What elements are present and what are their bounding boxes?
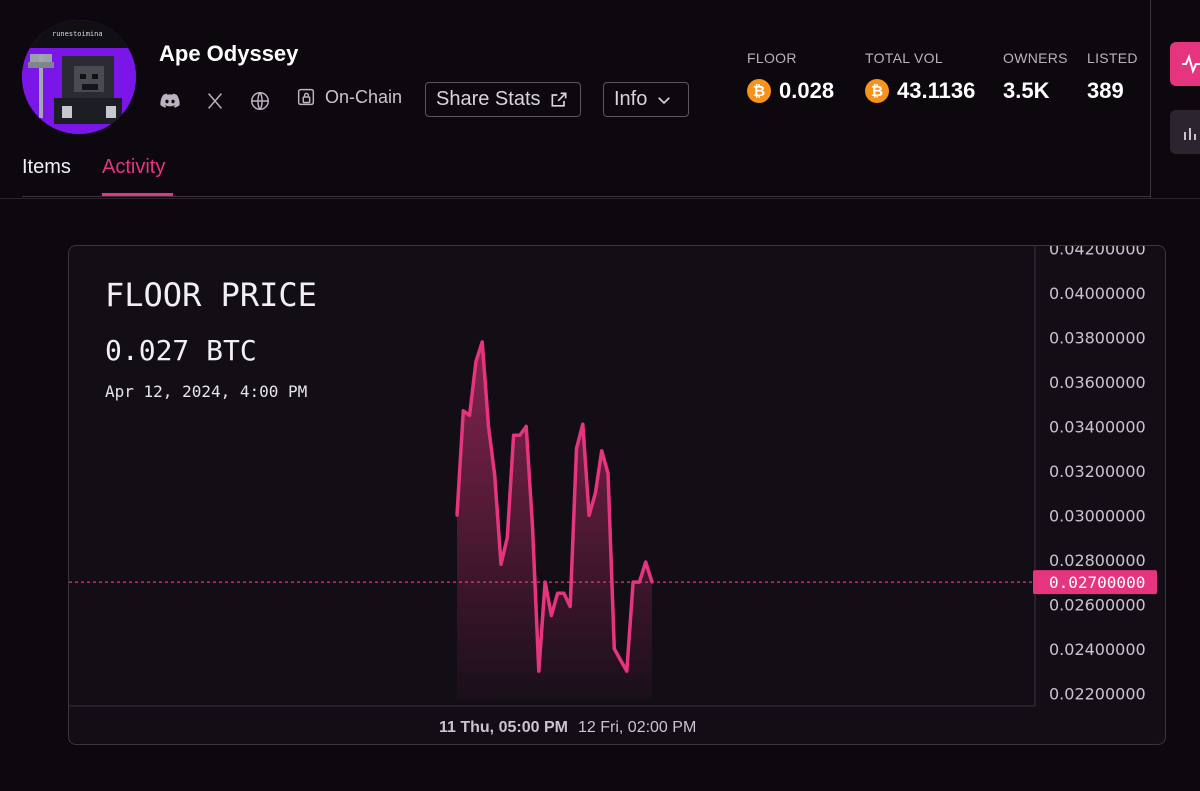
data-point: [487, 424, 490, 428]
collection-avatar: runestoimina: [22, 20, 136, 134]
data-point: [531, 525, 534, 528]
chart-bars-button[interactable]: [1170, 110, 1200, 154]
ape-avatar-image: runestoimina: [22, 20, 136, 134]
data-point: [505, 536, 509, 540]
right-rail-divider: [1150, 0, 1151, 198]
data-point: [587, 513, 591, 517]
data-point: [612, 647, 616, 651]
data-point: [468, 413, 472, 417]
total-vol-label: TOTAL VOL: [865, 50, 943, 66]
website-globe-icon[interactable]: [247, 88, 273, 114]
y-tick-label: 0.02200000: [1049, 684, 1146, 703]
info-dropdown-button[interactable]: Info: [603, 82, 689, 117]
tabs-divider: [22, 196, 1150, 197]
on-chain-link[interactable]: On-Chain: [295, 86, 402, 108]
x-tick-label: 11 Thu, 05:00 PM: [439, 719, 568, 736]
share-icon: [549, 90, 569, 110]
current-price-label: 0.02700000: [1049, 573, 1145, 592]
data-point: [455, 513, 459, 517]
y-tick-label: 0.04000000: [1049, 284, 1146, 303]
share-stats-button[interactable]: Share Stats: [425, 82, 581, 117]
floor-value: 0.028: [779, 78, 835, 103]
x-tick-label: 12 Fri, 02:00 PM: [578, 719, 696, 736]
floor-price-chart-card: 0.04200000 0.04000000 0.03800000 0.03600000…: [68, 245, 1166, 745]
listed-value: 389: [1087, 78, 1124, 103]
y-tick-label: 0.04200000: [1049, 246, 1146, 258]
discord-icon[interactable]: [157, 88, 183, 114]
owners-label: OWNERS: [1003, 50, 1068, 66]
avatar-caption: runestoimina: [52, 30, 103, 38]
pulse-icon: [1180, 52, 1200, 76]
owners-stat: OWNERS 3.5K: [1003, 50, 1068, 104]
data-point: [606, 471, 610, 475]
total-vol-value: 43.1136: [897, 78, 976, 103]
data-point: [568, 605, 572, 609]
tab-activity[interactable]: Activity: [102, 156, 165, 179]
x-twitter-icon[interactable]: [202, 88, 228, 114]
listed-stat: LISTED 389: [1087, 50, 1138, 104]
data-point: [512, 433, 516, 437]
data-point: [518, 433, 522, 437]
data-point: [537, 669, 541, 673]
tab-items[interactable]: Items: [22, 156, 71, 179]
bar-chart-icon: [1180, 120, 1200, 144]
floor-label: FLOOR: [747, 50, 797, 66]
chevron-down-icon: [655, 91, 673, 109]
share-stats-label: Share Stats: [436, 88, 541, 110]
data-point: [619, 658, 622, 662]
data-point: [562, 591, 566, 595]
on-chain-label: On-Chain: [325, 86, 403, 107]
collection-header: runestoimina Ape Odyssey On-Chain Share …: [0, 0, 1150, 198]
data-point: [499, 562, 503, 566]
owners-value: 3.5K: [1003, 78, 1050, 103]
data-point: [575, 447, 578, 451]
y-tick-label: 0.02800000: [1049, 551, 1146, 570]
activity-pulse-button[interactable]: [1170, 42, 1200, 86]
data-point: [549, 614, 553, 617]
data-point: [581, 422, 585, 426]
y-tick-label: 0.03400000: [1049, 417, 1146, 436]
info-label: Info: [614, 88, 648, 110]
current-price-tag: 0.02700000: [1033, 570, 1157, 595]
y-tick-label: 0.03600000: [1049, 373, 1146, 392]
data-point: [556, 591, 560, 595]
y-tick-label: 0.03200000: [1049, 462, 1146, 481]
data-point: [625, 669, 629, 673]
floor-price-chart[interactable]: 0.04200000 0.04000000 0.03800000 0.03600000…: [69, 246, 1166, 745]
lock-icon: [295, 86, 317, 108]
bitcoin-icon: ₿: [747, 79, 771, 103]
data-point: [524, 424, 528, 428]
data-point: [474, 360, 478, 364]
data-point: [600, 449, 604, 453]
y-tick-label: 0.02600000: [1049, 595, 1146, 614]
data-point: [480, 340, 484, 344]
floor-stat: FLOOR ₿ 0.028: [747, 50, 834, 104]
chart-headline-time: Apr 12, 2024, 4:00 PM: [105, 382, 307, 401]
collection-name: Ape Odyssey: [159, 41, 299, 66]
y-tick-label: 0.03000000: [1049, 506, 1146, 525]
data-point: [644, 560, 648, 564]
y-tick-label: 0.02400000: [1049, 640, 1146, 659]
total-vol-stat: TOTAL VOL ₿ 43.1136: [865, 50, 975, 104]
data-point: [493, 473, 497, 477]
chart-title: FLOOR PRICE: [105, 276, 317, 314]
data-point: [593, 491, 597, 495]
header-bottom-divider: [0, 198, 1200, 199]
data-point: [461, 409, 465, 413]
listed-label: LISTED: [1087, 50, 1138, 66]
chart-headline-value: 0.027 BTC: [105, 334, 257, 367]
bitcoin-icon: ₿: [865, 79, 889, 103]
y-tick-label: 0.03800000: [1049, 328, 1146, 347]
